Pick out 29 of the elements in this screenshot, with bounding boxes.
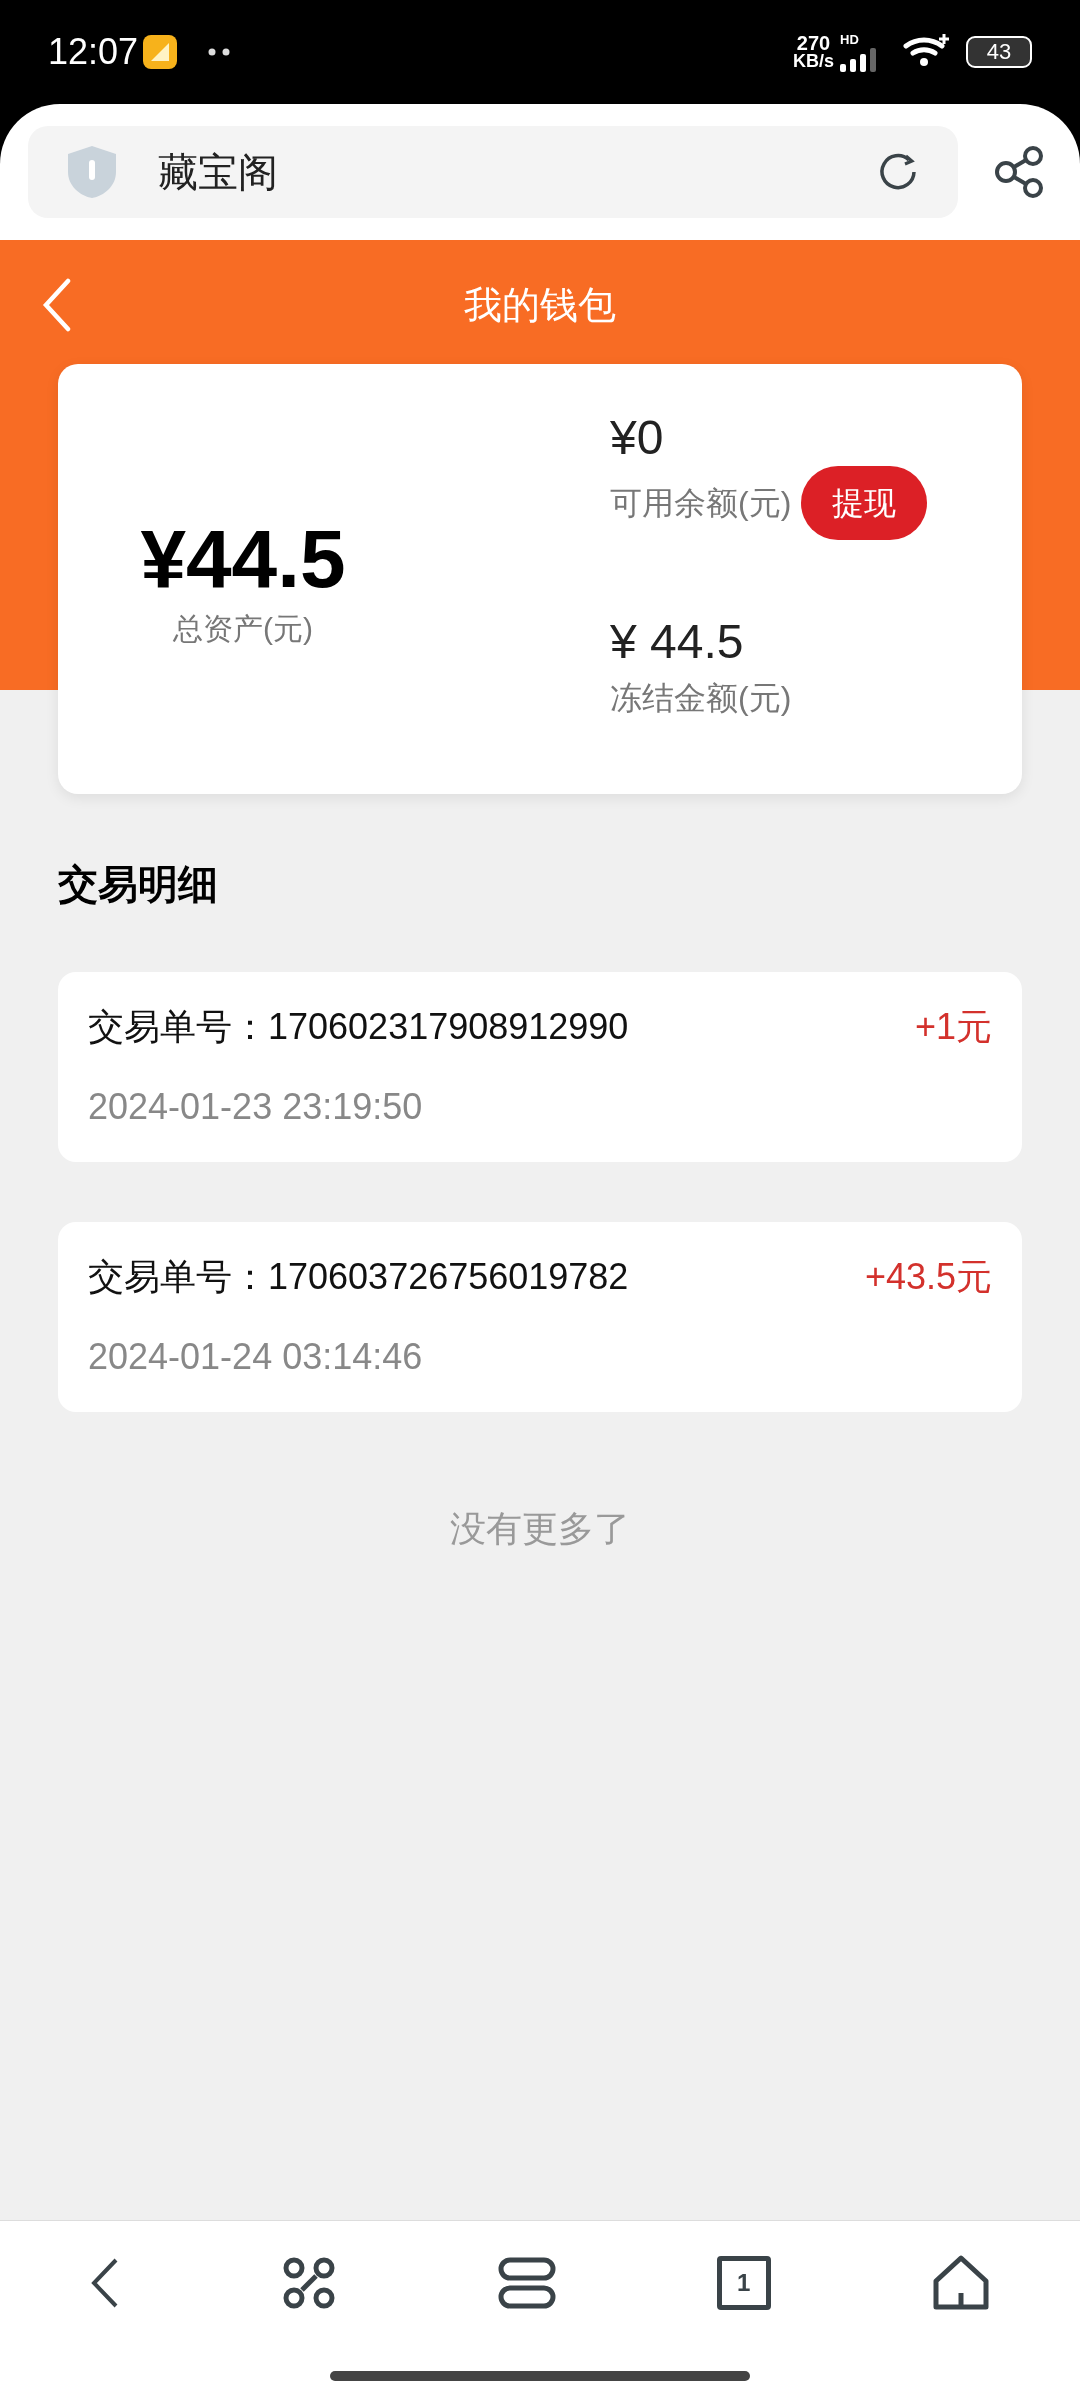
total-assets-amount: ¥44.5 — [140, 517, 346, 600]
battery-indicator: 43 — [966, 36, 1032, 68]
transaction-number: 交易单号：170602317908912990 — [88, 1005, 629, 1049]
transaction-number: 交易单号：170603726756019782 — [88, 1255, 629, 1299]
total-assets-label: 总资产(元) — [173, 610, 313, 647]
end-of-list-note: 没有更多了 — [450, 1507, 630, 1551]
available-balance-amount: ¥0 — [610, 414, 665, 462]
frozen-amount-label: 冻结金额(元) — [610, 679, 793, 718]
clock: 12:07 — [48, 30, 139, 74]
network-speed-unit: KB/s — [793, 52, 834, 71]
transaction-time: 2024-01-24 03:14:46 — [88, 1335, 424, 1379]
section-heading: 交易明细 — [58, 861, 219, 908]
home-icon[interactable] — [931, 2255, 990, 2311]
transaction-amount: +43.5元 — [864, 1255, 992, 1299]
hd-label: HD — [840, 32, 860, 46]
share-icon[interactable] — [994, 145, 1044, 199]
network-speed: 270 — [796, 33, 831, 53]
transaction-amount: +1元 — [914, 1005, 992, 1049]
stacked-pages-icon[interactable] — [498, 2257, 556, 2309]
withdraw-button[interactable]: 提现 — [801, 466, 928, 540]
address-bar[interactable]: 藏宝阁 — [28, 126, 958, 218]
notification-icon — [142, 34, 179, 70]
page-address: 藏宝阁 — [158, 149, 278, 196]
tab-count-button[interactable]: 1 — [716, 2256, 771, 2310]
shield-icon — [66, 144, 118, 200]
transaction-time: 2024-01-23 23:19:50 — [88, 1085, 424, 1129]
frozen-amount: ¥ 44.5 — [610, 618, 745, 666]
available-balance-label: 可用余额(元) — [610, 484, 792, 523]
page-title: 我的钱包 — [464, 282, 616, 328]
